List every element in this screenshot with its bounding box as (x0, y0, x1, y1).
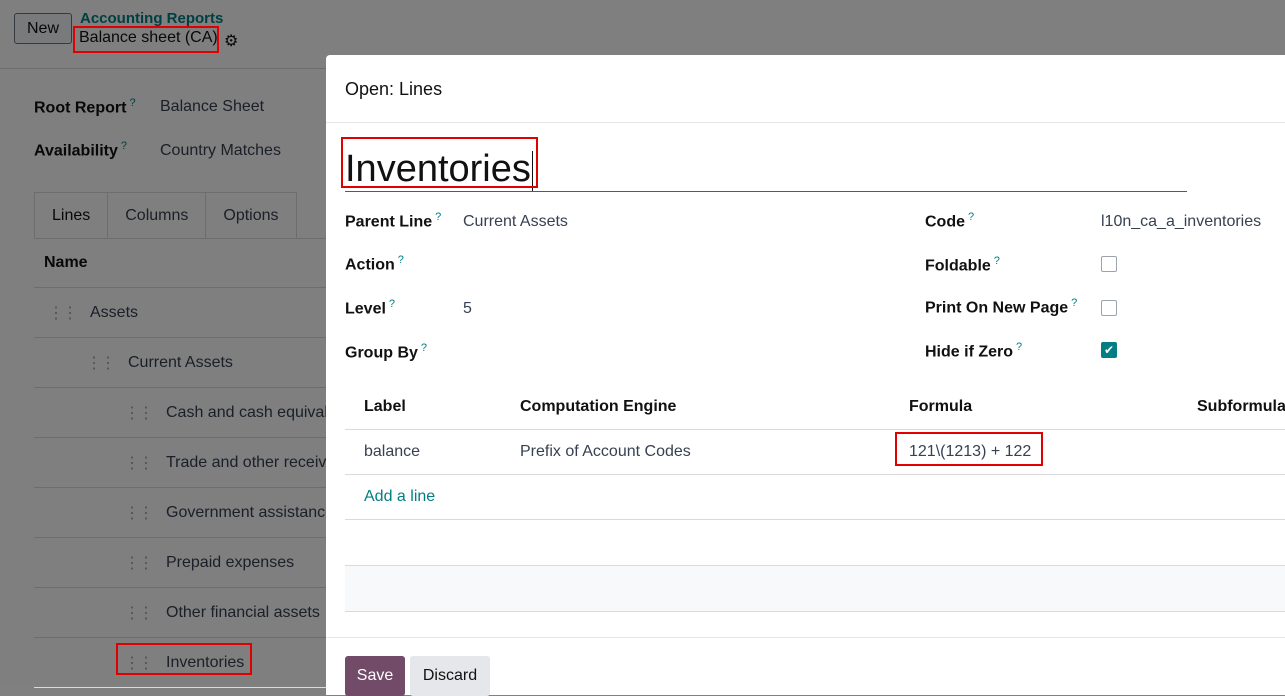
empty-row (345, 566, 1285, 612)
foldable-checkbox[interactable] (1101, 256, 1117, 272)
code-value[interactable]: l10n_ca_a_inventories (1101, 213, 1261, 231)
column-header-label[interactable]: Label (364, 398, 406, 416)
print-new-page-checkbox[interactable] (1101, 300, 1117, 316)
text-caret (531, 150, 533, 191)
table-row[interactable]: balance Prefix of Account Codes 121\(121… (345, 430, 1285, 475)
level-label: Level? (345, 298, 396, 318)
column-header-formula[interactable]: Formula (909, 398, 972, 416)
foldable-label: Foldable? (925, 255, 1000, 275)
divider (326, 122, 1285, 123)
line-dialog: Open: Lines Inventories Parent Line? Cur… (326, 55, 1285, 696)
parent-line-value[interactable]: Current Assets (463, 213, 568, 231)
group-by-label: Group By? (345, 342, 428, 362)
table-header: Label Computation Engine Formula Subform… (345, 385, 1285, 430)
column-header-subformula[interactable]: Subformula (1197, 398, 1285, 416)
hide-if-zero-label: Hide if Zero? (925, 341, 1023, 361)
column-header-engine[interactable]: Computation Engine (520, 398, 676, 416)
empty-row (345, 520, 1285, 566)
print-new-page-label: Print On New Page? (925, 297, 1078, 317)
hide-if-zero-checkbox[interactable]: ✔ (1101, 342, 1117, 358)
cell-engine[interactable]: Prefix of Account Codes (520, 443, 691, 461)
cell-label[interactable]: balance (364, 443, 420, 461)
code-label: Code? (925, 211, 975, 231)
discard-button[interactable]: Discard (410, 656, 490, 696)
dialog-title: Open: Lines (345, 79, 443, 99)
add-line-row: Add a line (345, 475, 1285, 520)
divider (326, 637, 1285, 638)
parent-line-label: Parent Line? (345, 211, 442, 231)
add-line-link[interactable]: Add a line (364, 488, 435, 506)
action-label: Action? (345, 254, 404, 274)
checkmark-icon: ✔ (1103, 343, 1115, 357)
level-value[interactable]: 5 (463, 300, 472, 318)
expressions-table: Label Computation Engine Formula Subform… (345, 385, 1285, 612)
line-name-input[interactable]: Inventories (345, 147, 1187, 192)
cell-formula[interactable]: 121\(1213) + 122 (909, 443, 1031, 461)
save-button[interactable]: Save (345, 656, 405, 696)
